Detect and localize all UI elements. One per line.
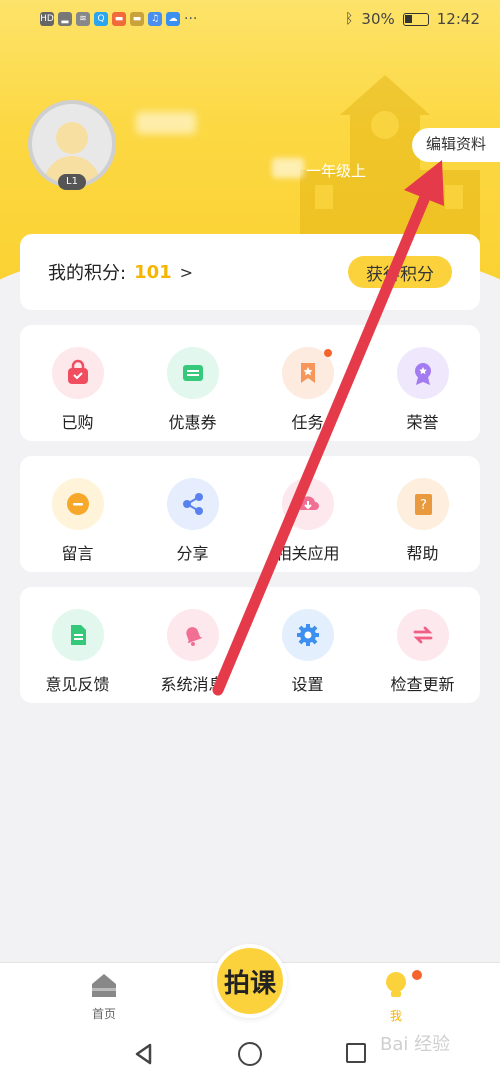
menu-item-label: 分享 [176, 544, 209, 563]
battery-icon [402, 12, 429, 26]
status-bar: HD ▂ ≋ Q ▬ ▬ ♫ ☁ ··· ᛒ 30% 12:42 [0, 0, 500, 38]
app-notification-icon: ▬ [112, 12, 126, 26]
menu-item-related-apps[interactable]: 相关应用 [250, 456, 365, 572]
refresh-icon [396, 609, 449, 661]
notification-dot [412, 970, 422, 980]
status-icons: HD ▂ ≋ Q ▬ ▬ ♫ ☁ ··· [40, 11, 197, 27]
menu-item-settings[interactable]: 设置 [250, 587, 365, 703]
nav-home[interactable]: 首页 [80, 971, 128, 1022]
coupon-icon [166, 347, 219, 399]
nav-home-label: 首页 [91, 1007, 116, 1021]
music-app-icon: ♫ [148, 12, 162, 26]
lightbulb-icon [386, 972, 406, 997]
task-flag-icon [281, 347, 334, 399]
username-blurred [136, 112, 196, 134]
menu-item-messages[interactable]: 留言 [20, 456, 135, 572]
menu-item-label: 系统消息 [160, 675, 225, 694]
gear-icon [281, 609, 334, 661]
menu-item-label: 任务 [291, 413, 324, 432]
hd-icon: HD [40, 12, 54, 26]
home-circle-icon[interactable] [238, 1042, 262, 1066]
menu-item-honors[interactable]: 荣誉 [365, 325, 480, 441]
clock: 12:42 [436, 10, 480, 28]
bluetooth-icon: ᛒ [345, 11, 354, 27]
earn-points-button[interactable]: 获得积分 [348, 256, 452, 288]
message-icon [51, 478, 104, 530]
shopping-bag-icon [51, 347, 104, 399]
bell-icon [166, 609, 219, 661]
menu-item-label: 帮助 [406, 544, 439, 563]
medal-icon [396, 347, 449, 399]
svg-text:?: ? [420, 498, 427, 513]
points-value: 101 [134, 261, 172, 283]
menu-row-1: 已购 优惠券 任务 荣誉 [20, 325, 480, 441]
menu-item-label: 设置 [291, 675, 324, 694]
grade-prefix-blurred [272, 158, 304, 178]
menu-item-coupons[interactable]: 优惠券 [135, 325, 250, 441]
battery-percent: 30% [361, 10, 395, 28]
menu-item-purchased[interactable]: 已购 [20, 325, 135, 441]
home-icon [92, 974, 116, 997]
points-card[interactable]: 我的积分: 101 > 获得积分 [20, 234, 480, 310]
menu-row-3: 意见反馈 系统消息 设置 检查更新 [20, 587, 480, 703]
recent-apps-icon[interactable] [346, 1043, 366, 1063]
status-right: ᛒ 30% 12:42 [345, 10, 480, 28]
search-app-icon: Q [94, 12, 108, 26]
back-icon[interactable] [132, 1042, 156, 1066]
menu-item-check-update[interactable]: 检查更新 [365, 587, 480, 703]
more-notifications-icon: ··· [184, 11, 198, 27]
menu-item-label: 已购 [61, 413, 94, 432]
level-badge: L1 [58, 174, 86, 190]
menu-item-label: 留言 [61, 544, 94, 563]
menu-item-help[interactable]: ? 帮助 [365, 456, 480, 572]
menu-item-label: 荣誉 [406, 413, 439, 432]
menu-item-tasks[interactable]: 任务 [250, 325, 365, 441]
menu-item-share[interactable]: 分享 [135, 456, 250, 572]
wifi-icon: ≋ [76, 12, 90, 26]
menu-item-label: 优惠券 [168, 413, 217, 432]
menu-item-system-messages[interactable]: 系统消息 [135, 587, 250, 703]
nav-me-label: 我 [389, 1009, 402, 1023]
watermark: Bai 经验 [380, 1034, 451, 1055]
help-book-icon: ? [396, 478, 449, 530]
grade-label: 一年级上 [306, 162, 367, 180]
menu-item-label: 相关应用 [275, 544, 340, 563]
wallet-app-icon: ▬ [130, 12, 144, 26]
chevron-right-icon: > [179, 262, 194, 282]
menu-row-2: 留言 分享 相关应用 ? 帮助 [20, 456, 480, 572]
menu-item-label: 意见反馈 [45, 675, 110, 694]
menu-item-label: 检查更新 [390, 675, 455, 694]
share-icon [166, 478, 219, 530]
feedback-doc-icon [51, 609, 104, 661]
signal-icon: ▂ [58, 12, 72, 26]
notification-dot [323, 349, 332, 357]
edit-profile-button[interactable]: 编辑资料 [411, 128, 500, 162]
capture-lesson-button[interactable]: 拍课 [213, 944, 287, 1018]
nav-me[interactable]: 我 [372, 971, 420, 1024]
avatar-head-shape [56, 122, 88, 154]
points-label: 我的积分: [48, 263, 127, 284]
menu-item-feedback[interactable]: 意见反馈 [20, 587, 135, 703]
cloud-app-icon: ☁ [166, 12, 180, 26]
download-cloud-icon [281, 478, 334, 530]
